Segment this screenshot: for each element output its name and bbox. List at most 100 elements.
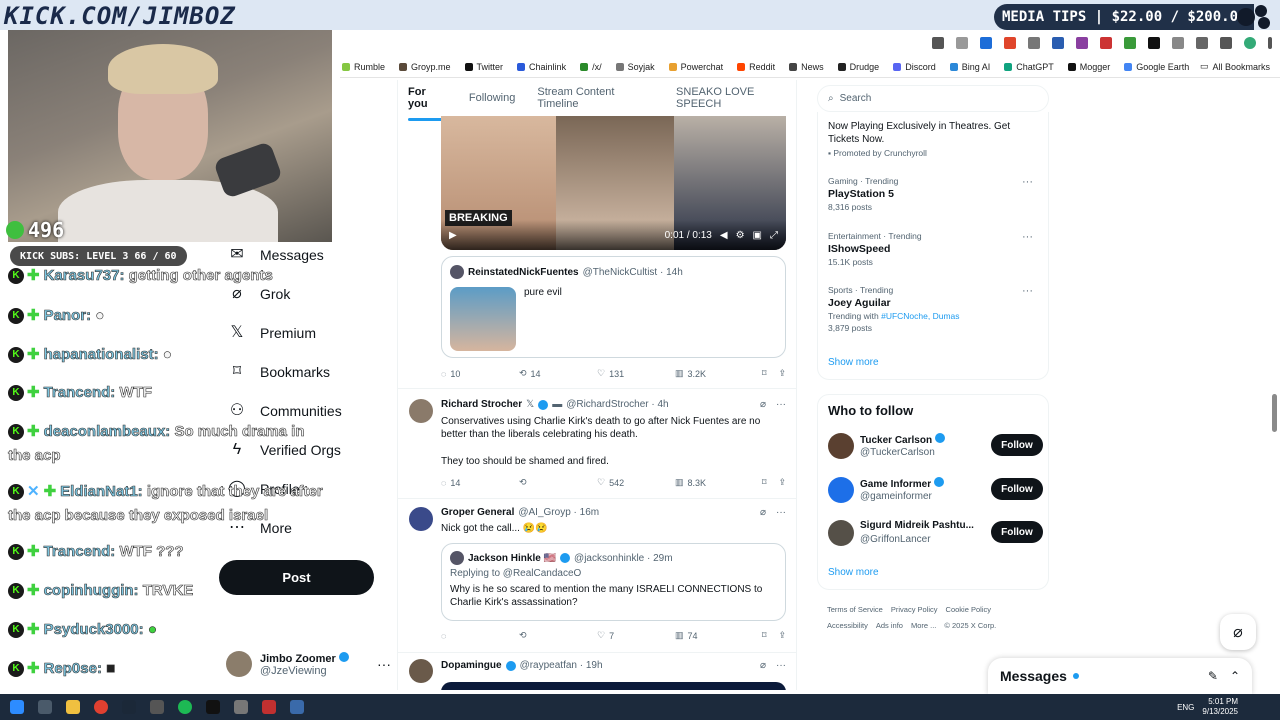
show-more-follow[interactable]: Show more: [828, 567, 879, 578]
bookmark-chatgpt[interactable]: ChatGPT: [1004, 62, 1054, 72]
sidebar-icon[interactable]: [1196, 37, 1208, 49]
all-bookmarks[interactable]: ▭ All Bookmarks: [1200, 61, 1270, 72]
bookmark-icon[interactable]: ⌑: [762, 477, 767, 488]
trend-item[interactable]: Sports · Trending Joey Aguilar Trending …: [828, 285, 1043, 333]
tab-following[interactable]: Following: [469, 92, 515, 104]
app-icon[interactable]: [234, 700, 248, 714]
bookmark-news[interactable]: News: [789, 62, 824, 72]
views-button[interactable]: ▥ 3.2K: [675, 368, 753, 379]
post[interactable]: Groper General @AI_Groyp · 16m ⌀ ··· Nick …: [398, 498, 796, 652]
promo-text[interactable]: Now Playing Exclusively in Theatres. Get…: [828, 120, 1028, 146]
bookmark-groyp[interactable]: Groyp.me: [399, 62, 451, 72]
star-icon[interactable]: [956, 37, 968, 49]
more-dots-icon[interactable]: ···: [1022, 176, 1033, 188]
start-icon[interactable]: [10, 700, 24, 714]
quoted-post[interactable]: Jackson Hinkle 🇺🇸 @jacksonhinkle · 29m Re…: [441, 543, 786, 621]
play-icon[interactable]: ▶: [449, 230, 457, 241]
more-dots-icon[interactable]: ···: [776, 507, 786, 518]
more-dots-icon[interactable]: ···: [1022, 285, 1033, 297]
search-input[interactable]: ⌕ Search: [817, 85, 1049, 112]
share-icon[interactable]: ⇪: [778, 477, 786, 488]
more-dots-icon[interactable]: ···: [776, 660, 786, 671]
trend-item[interactable]: Gaming · Trending PlayStation 5 8,316 po…: [828, 176, 1043, 212]
extension-icon[interactable]: [1028, 37, 1040, 49]
puzzle-icon[interactable]: [1172, 37, 1184, 49]
app-icon[interactable]: [290, 700, 304, 714]
chrome-icon[interactable]: [94, 700, 108, 714]
extension-icon[interactable]: [1124, 37, 1136, 49]
follow-suggestion[interactable]: Sigurd Midreik Pashtu... @GriffonLancer …: [828, 518, 1043, 550]
follow-button[interactable]: Follow: [991, 434, 1043, 456]
repost-button[interactable]: ⟲: [519, 477, 597, 488]
trend-item[interactable]: Entertainment · Trending IShowSpeed 15.1…: [828, 231, 1043, 267]
tab-for-you[interactable]: For you: [408, 86, 447, 121]
bookmark-mogger[interactable]: Mogger: [1067, 62, 1110, 72]
trend-tags[interactable]: #UFCNoche, Dumas: [881, 311, 959, 321]
extension-icon[interactable]: [1100, 37, 1112, 49]
file-explorer-icon[interactable]: [66, 700, 80, 714]
like-button[interactable]: ♡ 542: [597, 477, 675, 488]
bookmark-icon[interactable]: ⌑: [762, 630, 767, 641]
tab-sneako[interactable]: SNEAKO LOVE SPEECH: [676, 86, 796, 110]
repost-button[interactable]: ⟲: [519, 630, 597, 641]
grok-button[interactable]: ⌀: [1220, 614, 1256, 650]
follow-suggestion[interactable]: Tucker Carlson @TuckerCarlson Follow: [828, 431, 1043, 463]
chevron-up-icon[interactable]: ⌃: [1230, 669, 1240, 683]
bookmark-drudge[interactable]: Drudge: [837, 62, 879, 72]
share-icon[interactable]: ⇪: [778, 368, 786, 379]
more-dots-icon[interactable]: ···: [1022, 231, 1033, 243]
messages-drawer[interactable]: Messages ✎ ⌃: [988, 658, 1252, 694]
task-view-icon[interactable]: [38, 700, 52, 714]
share-icon[interactable]: ⇪: [778, 630, 786, 641]
bookmark-icon[interactable]: ⌑: [762, 368, 767, 379]
follow-button[interactable]: Follow: [991, 478, 1043, 500]
extension-icon[interactable]: [1004, 37, 1016, 49]
kick-icon[interactable]: [206, 700, 220, 714]
extension-icon[interactable]: [932, 37, 944, 49]
bookmark-chainlink[interactable]: Chainlink: [517, 62, 566, 72]
profile-icon[interactable]: [1244, 37, 1256, 49]
scrollbar[interactable]: [1272, 394, 1277, 432]
quoted-post[interactable]: ReinstatedNickFuentes @TheNickCultist · 1…: [441, 256, 786, 358]
volume-icon[interactable]: ◀: [720, 230, 728, 241]
spotify-icon[interactable]: [178, 700, 192, 714]
app-icon[interactable]: [262, 700, 276, 714]
compose-message-icon[interactable]: ✎: [1208, 669, 1218, 683]
show-more-trends[interactable]: Show more: [828, 357, 879, 368]
extension-icon[interactable]: [1052, 37, 1064, 49]
tab-stream-content[interactable]: Stream Content Timeline: [537, 86, 654, 110]
settings-icon[interactable]: ⚙: [736, 230, 745, 241]
reply-button[interactable]: ◌ 10: [441, 369, 519, 379]
app-icon[interactable]: [150, 700, 164, 714]
extension-icon[interactable]: [980, 37, 992, 49]
reply-button[interactable]: ◌: [441, 631, 519, 641]
menu-icon[interactable]: [1220, 37, 1232, 49]
bookmark-x[interactable]: /x/: [580, 62, 602, 72]
kebab-menu-icon[interactable]: [1268, 37, 1272, 49]
bookmark-soyjak[interactable]: Soyjak: [615, 62, 655, 72]
bookmark-discord[interactable]: Discord: [893, 62, 936, 72]
follow-button[interactable]: Follow: [991, 521, 1043, 543]
x-icon[interactable]: [1148, 37, 1160, 49]
views-button[interactable]: ▥ 8.3K: [675, 477, 753, 488]
like-button[interactable]: ♡ 7: [597, 630, 675, 641]
bookmark-powerchat[interactable]: Powerchat: [668, 62, 723, 72]
bookmark-reddit[interactable]: Reddit: [737, 62, 775, 72]
bookmark-rumble[interactable]: Rumble: [342, 62, 385, 72]
more-dots-icon[interactable]: ···: [377, 656, 391, 672]
steam-icon[interactable]: [122, 700, 136, 714]
grok-icon[interactable]: ⌀: [760, 507, 766, 518]
post[interactable]: Richard Strocher 𝕏 ▬ @RichardStrocher · 4h …: [398, 388, 796, 498]
nav-messages[interactable]: ✉ Messages: [228, 246, 324, 264]
video-player[interactable]: BREAKING ▶ 0:01 / 0:13 ◀ ⚙ ▣ ⤢: [441, 116, 786, 250]
bookmark-bing-ai[interactable]: Bing AI: [949, 62, 990, 72]
lang-indicator[interactable]: ENG: [1177, 703, 1194, 712]
follow-suggestion[interactable]: Game Informer @gameinformer Follow: [828, 475, 1043, 507]
repost-button[interactable]: ⟲ 14: [519, 368, 597, 379]
bookmark-google-earth[interactable]: Google Earth: [1124, 62, 1189, 72]
grok-icon[interactable]: ⌀: [760, 660, 766, 671]
grok-icon[interactable]: ⌀: [760, 399, 766, 410]
like-button[interactable]: ♡ 131: [597, 368, 675, 379]
reply-button[interactable]: ◌ 14: [441, 478, 519, 488]
more-dots-icon[interactable]: ···: [776, 399, 786, 410]
